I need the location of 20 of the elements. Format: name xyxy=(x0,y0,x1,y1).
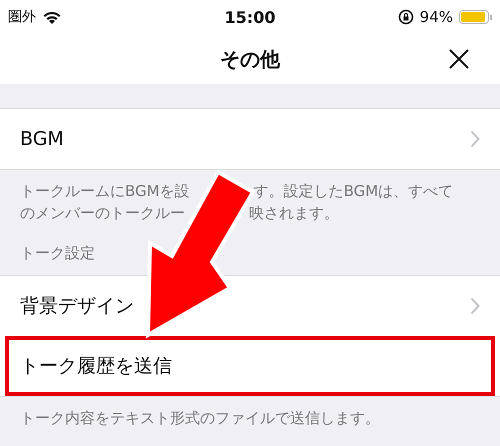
description-text: トークルームにBGMを設 xyxy=(20,181,190,202)
row-label: トーク履歴を送信 xyxy=(20,354,172,379)
description-text: す。設定したBGMは、すべて xyxy=(254,181,454,202)
settings-row[interactable]: 背景デザイン xyxy=(0,276,500,336)
carrier-label: 圏外 xyxy=(8,8,36,26)
row-label: BGM xyxy=(20,128,64,150)
wifi-icon xyxy=(42,10,62,24)
battery-icon xyxy=(459,10,492,24)
close-icon[interactable] xyxy=(448,48,470,70)
section-header: トーク設定 xyxy=(20,244,95,262)
clock-time: 15:00 xyxy=(224,8,276,26)
description-text: 映されます。 xyxy=(249,203,339,224)
rotation-lock-icon xyxy=(398,9,414,25)
battery-percent: 94% xyxy=(420,8,453,26)
row-label: 背景デザイン xyxy=(20,294,134,319)
description-text: のメンバーのトークルー xyxy=(20,203,185,224)
settings-row[interactable]: トーク履歴を送信 xyxy=(5,336,495,396)
screen-title: その他 xyxy=(220,46,280,72)
settings-row[interactable]: BGM xyxy=(0,109,500,169)
description-text: トーク内容をテキスト形式のファイルで送信します。 xyxy=(20,408,380,429)
